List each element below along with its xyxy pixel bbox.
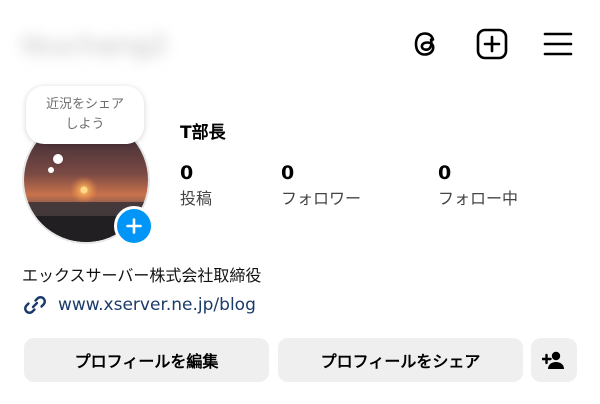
create-plus-icon[interactable] — [472, 24, 512, 64]
posts-label: 投稿 — [180, 189, 213, 208]
username[interactable]: tkuchang2 — [22, 26, 222, 66]
posts-count: 0 — [180, 162, 194, 184]
note-bubble-line1: 近況をシェア — [45, 97, 124, 112]
add-story-button[interactable] — [114, 206, 154, 246]
stat-following[interactable]: 0 フォロー中 — [438, 160, 518, 212]
following-count: 0 — [438, 162, 452, 184]
note-bubble-tail-small — [48, 167, 54, 173]
display-name: T部長 — [180, 123, 226, 143]
menu-icon[interactable] — [538, 24, 578, 64]
add-person-icon — [542, 351, 564, 369]
discover-people-button[interactable] — [531, 338, 577, 382]
profile-link[interactable]: www.xserver.ne.jp/blog — [22, 292, 256, 318]
threads-icon[interactable] — [406, 24, 446, 64]
share-profile-button[interactable]: プロフィールをシェア — [278, 338, 523, 382]
note-bubble[interactable]: 近況をシェア しよう — [26, 86, 144, 144]
plus-icon — [126, 218, 142, 234]
note-bubble-tail — [53, 154, 63, 164]
following-label: フォロー中 — [438, 189, 519, 208]
note-bubble-line2: しよう — [65, 117, 105, 132]
edit-profile-button[interactable]: プロフィールを編集 — [24, 338, 269, 382]
header-actions — [406, 24, 578, 64]
link-text[interactable]: www.xserver.ne.jp/blog — [58, 295, 256, 315]
stat-posts[interactable]: 0 投稿 — [180, 160, 212, 212]
followers-label: フォロワー — [281, 189, 362, 208]
followers-count: 0 — [281, 162, 295, 184]
link-icon — [24, 296, 46, 314]
stat-followers[interactable]: 0 フォロワー — [281, 160, 361, 212]
bio-text: エックスサーバー株式会社取締役 — [22, 266, 262, 285]
